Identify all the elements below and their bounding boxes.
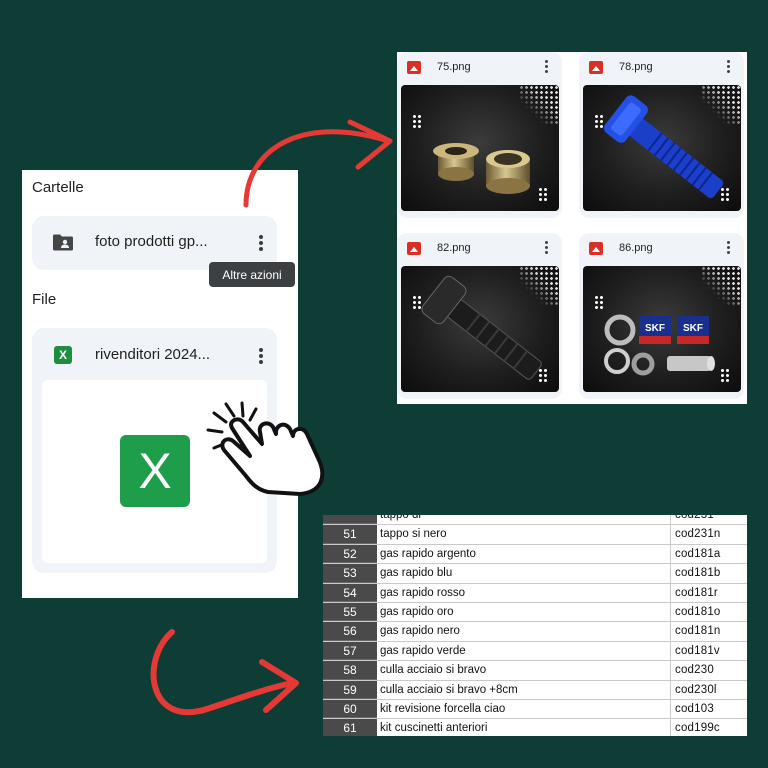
arrow-to-images	[243, 129, 388, 208]
arrow-head-icon	[347, 119, 393, 170]
pointing-hand-icon	[206, 401, 325, 496]
decorations	[150, 119, 393, 716]
more-actions-tooltip: Altre azioni	[209, 262, 295, 287]
arrow-to-sheet	[150, 629, 295, 716]
